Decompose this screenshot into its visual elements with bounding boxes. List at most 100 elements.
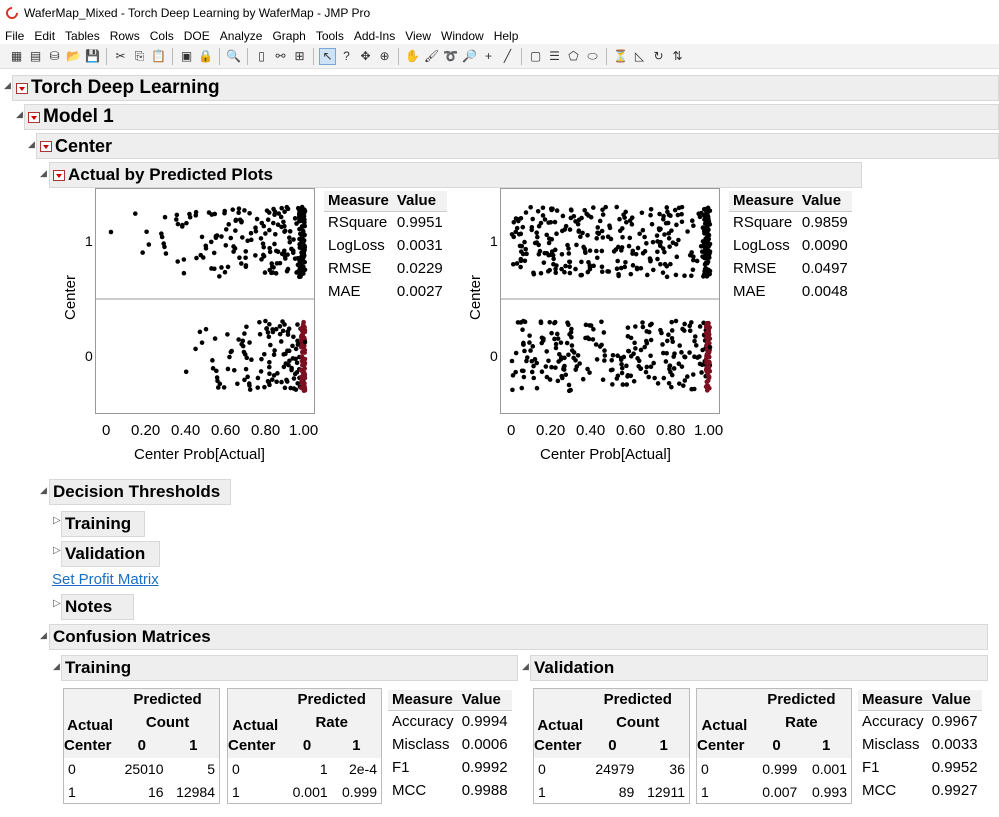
data-point (292, 216, 298, 221)
data-point (521, 374, 527, 380)
triangle-icon[interactable]: ◺ (631, 48, 648, 65)
menu-doe[interactable]: DOE (179, 29, 215, 43)
expand-triangle-icon[interactable]: ◢ (40, 168, 47, 179)
outline-title: Notes (65, 597, 113, 616)
outline-notes[interactable]: Notes (61, 594, 134, 620)
calculator-icon[interactable]: ▣ (178, 48, 195, 65)
menu-file[interactable]: File (0, 29, 29, 43)
data-point (692, 334, 698, 339)
data-point (279, 379, 284, 385)
search-icon[interactable]: 🔍 (225, 48, 242, 65)
outline-actual-by-predicted[interactable]: Actual by Predicted Plots (49, 162, 862, 188)
funnel-icon[interactable]: ⏳ (612, 48, 629, 65)
polygon-icon[interactable]: ⬠ (565, 48, 582, 65)
outline-confusion-matrices[interactable]: Confusion Matrices (49, 624, 988, 650)
line-tool-icon[interactable]: ╱ (499, 48, 516, 65)
expand-triangle-icon[interactable]: ◢ (522, 661, 529, 672)
menu-rows[interactable]: Rows (105, 29, 145, 43)
brush-icon[interactable]: 🖌 (423, 48, 440, 65)
python-icon[interactable]: ⛁ (46, 48, 63, 65)
data-point (258, 369, 264, 374)
refresh-icon[interactable]: ↻ (650, 48, 667, 65)
data-point (648, 364, 654, 370)
data-point (259, 257, 264, 262)
data-point (258, 236, 264, 241)
menu-window[interactable]: Window (436, 29, 489, 43)
expand-triangle-icon[interactable]: ◢ (53, 661, 60, 672)
menu-graph[interactable]: Graph (267, 29, 310, 43)
ellipse-icon[interactable]: ⬭ (584, 48, 601, 65)
outline-training[interactable]: Training (61, 511, 145, 537)
add-window-icon[interactable]: ⊞ (291, 48, 308, 65)
magnifier-icon[interactable]: 🔎 (461, 48, 478, 65)
swap-icon[interactable]: ⇅ (669, 48, 686, 65)
data-point (194, 255, 199, 261)
menu-view[interactable]: View (400, 29, 436, 43)
expand-triangle-icon[interactable]: ◢ (16, 109, 23, 120)
crosshair-icon[interactable]: ⊕ (376, 48, 393, 65)
arrow-tool-icon[interactable]: ↖ (319, 47, 336, 65)
red-triangle-menu-icon[interactable] (53, 169, 65, 181)
data-point (651, 360, 656, 366)
collapsed-triangle-icon[interactable]: ▷ (53, 598, 61, 609)
expand-triangle-icon[interactable]: ◢ (4, 80, 11, 91)
data-point (587, 263, 593, 268)
outline-torch-deep-learning[interactable]: Torch Deep Learning (12, 75, 999, 101)
actual-header: Actual (533, 688, 587, 734)
data-point (181, 270, 187, 276)
data-point (301, 238, 307, 243)
lock-icon[interactable]: 🔒 (197, 48, 214, 65)
data-point (649, 321, 654, 327)
text-annotate-icon[interactable]: ▢ (527, 48, 544, 65)
copy-icon[interactable]: ⎘ (131, 48, 148, 65)
collapsed-triangle-icon[interactable]: ▷ (53, 515, 61, 526)
red-triangle-menu-icon[interactable] (16, 82, 28, 94)
page-icon[interactable]: ▯ (253, 48, 270, 65)
menu-add-ins[interactable]: Add-Ins (349, 29, 400, 43)
outline-cm-training[interactable]: Training (61, 655, 518, 681)
outline-model-1[interactable]: Model 1 (24, 104, 999, 130)
menu-tools[interactable]: Tools (311, 29, 349, 43)
hand-tool-icon[interactable]: ✋ (404, 48, 421, 65)
red-triangle-menu-icon[interactable] (40, 140, 52, 152)
outline-cm-validation[interactable]: Validation (530, 655, 988, 681)
menu-help[interactable]: Help (489, 29, 524, 43)
set-profit-matrix-link[interactable]: Set Profit Matrix (52, 571, 159, 588)
cut-icon[interactable]: ✂ (112, 48, 129, 65)
help-tool-icon[interactable]: ? (338, 48, 355, 65)
menu-analyze[interactable]: Analyze (215, 29, 268, 43)
collapsed-triangle-icon[interactable]: ▷ (53, 545, 61, 556)
outline-decision-thresholds[interactable]: Decision Thresholds (49, 479, 231, 505)
data-point (707, 344, 713, 350)
data-point (602, 353, 608, 358)
lasso-icon[interactable]: ➰ (442, 48, 459, 65)
selection-tool-icon[interactable]: ✥ (357, 48, 374, 65)
data-point (530, 216, 536, 222)
cross-tool-icon[interactable]: + (480, 48, 497, 65)
menu-edit[interactable]: Edit (29, 29, 60, 43)
lines-icon[interactable]: ☰ (546, 48, 563, 65)
data-point (585, 269, 591, 275)
outline-validation[interactable]: Validation (61, 541, 160, 567)
save-icon[interactable]: 💾 (84, 48, 101, 65)
data-point (655, 249, 660, 255)
binoculars-icon[interactable]: ⚯ (272, 48, 289, 65)
data-point (299, 362, 305, 368)
expand-triangle-icon[interactable]: ◢ (40, 485, 47, 496)
data-point (542, 250, 548, 256)
paste-icon[interactable]: 📋 (150, 48, 167, 65)
outline-center[interactable]: Center (36, 133, 999, 159)
data-point (571, 355, 576, 361)
expand-triangle-icon[interactable]: ◢ (28, 139, 35, 150)
data-point (601, 330, 607, 335)
data-point (577, 361, 582, 366)
open-icon[interactable]: 📂 (65, 48, 82, 65)
menu-cols[interactable]: Cols (145, 29, 179, 43)
measure-row: Accuracy 0.9967 (858, 710, 982, 733)
menu-tables[interactable]: Tables (60, 29, 105, 43)
new-script-icon[interactable]: ▤ (27, 48, 44, 65)
new-data-icon[interactable]: ▦ (8, 48, 25, 65)
red-triangle-menu-icon[interactable] (28, 111, 40, 123)
data-point (682, 321, 687, 327)
expand-triangle-icon[interactable]: ◢ (40, 630, 47, 641)
